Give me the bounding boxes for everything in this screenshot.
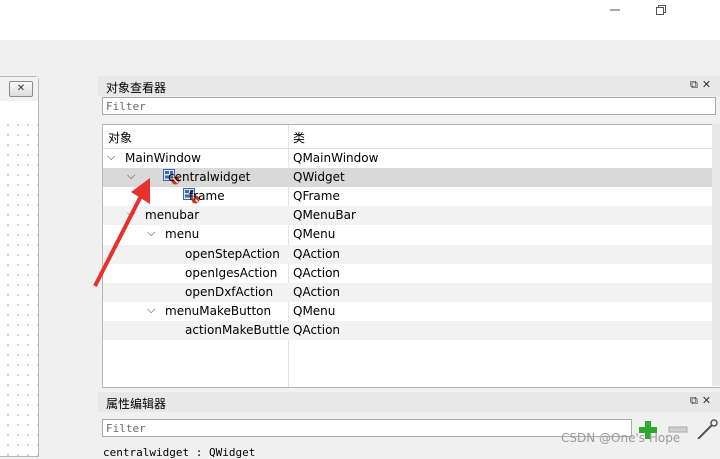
minimize-icon bbox=[610, 9, 620, 11]
tree-row-class: QAction bbox=[293, 265, 341, 280]
tree-row[interactable]: ⌵ centralwidget QWidget bbox=[103, 168, 720, 188]
property-editor-title: 属性编辑器 bbox=[106, 397, 167, 411]
form-editor-header: ✕ bbox=[0, 77, 38, 102]
column-header-class[interactable]: 类 bbox=[293, 129, 305, 146]
chevron-down-icon[interactable]: ⌵ bbox=[107, 150, 115, 164]
tree-row-name: openDxfAction bbox=[185, 284, 274, 299]
tree-row[interactable]: actionMakeButtle QAction bbox=[103, 320, 720, 340]
tree-row[interactable]: ⌵ MainWindow QMainWindow bbox=[103, 149, 720, 168]
tree-row-class: QMenu bbox=[293, 227, 336, 242]
current-object-label: centralwidget : QWidget bbox=[103, 446, 256, 459]
tree-row[interactable]: openDxfAction QAction bbox=[103, 282, 720, 302]
tree-row[interactable]: ⌵ menu QMenu bbox=[103, 225, 720, 244]
close-icon[interactable]: ✕ bbox=[702, 78, 711, 91]
object-inspector-title: 对象查看器 bbox=[106, 81, 167, 95]
tree-row[interactable]: frame QFrame bbox=[103, 187, 720, 206]
chevron-down-icon[interactable]: ⌵ bbox=[127, 169, 135, 183]
tree-row-name: menu bbox=[165, 227, 200, 242]
tree-row-class: QAction bbox=[293, 246, 341, 261]
chevron-down-icon[interactable]: ⌵ bbox=[127, 207, 135, 221]
tree-row-name: MainWindow bbox=[125, 151, 201, 165]
tree-row-name: openIgesAction bbox=[185, 265, 278, 280]
restore-icon bbox=[656, 5, 666, 15]
tree-row-name: menubar bbox=[145, 208, 200, 223]
tree-row-name: actionMakeButtle bbox=[185, 322, 290, 337]
close-icon[interactable]: ✕ bbox=[9, 81, 33, 97]
tree-row-name: centralwidget bbox=[168, 170, 251, 185]
tree-row-class: QFrame bbox=[293, 189, 340, 204]
tree-row-name: menuMakeButton bbox=[165, 303, 272, 318]
tree-row-class: QMainWindow bbox=[293, 151, 379, 165]
chevron-down-icon[interactable]: ⌵ bbox=[147, 303, 155, 317]
form-editor-area[interactable]: ✕ bbox=[0, 76, 39, 457]
tree-row-class: QWidget bbox=[293, 170, 345, 185]
close-icon[interactable]: ✕ bbox=[702, 394, 711, 407]
column-header-object[interactable]: 对象 bbox=[108, 129, 132, 146]
object-inspector-titlebar: 对象查看器 ⧉ ✕ bbox=[98, 76, 720, 96]
object-tree[interactable]: 对象 类 ⌵ MainWindow QMainWindow ⌵ centralwidge… bbox=[102, 124, 720, 388]
float-icon[interactable]: ⧉ bbox=[690, 394, 698, 407]
float-icon[interactable]: ⧉ bbox=[690, 78, 698, 91]
tree-row-name: frame bbox=[189, 189, 225, 204]
tree-row[interactable]: ⌵ menuMakeButton QMenu bbox=[103, 302, 720, 321]
form-editor-canvas-strip bbox=[0, 101, 38, 121]
tree-row-name: openStepAction bbox=[185, 246, 280, 261]
object-filter-input[interactable]: Filter bbox=[102, 97, 716, 115]
chevron-down-icon[interactable]: ⌵ bbox=[147, 226, 155, 240]
minimize-button[interactable] bbox=[592, 0, 638, 20]
tree-row[interactable]: openStepAction QAction bbox=[103, 244, 720, 264]
property-filter-input[interactable]: Filter bbox=[102, 419, 632, 437]
property-editor-titlebar: 属性编辑器 ⧉ ✕ bbox=[98, 392, 720, 412]
tree-header: 对象 类 bbox=[103, 125, 720, 149]
tree-row-class: QMenu bbox=[293, 303, 336, 318]
tree-row-class: QAction bbox=[293, 284, 341, 299]
wrench-icon[interactable] bbox=[697, 419, 718, 439]
tree-row[interactable]: openIgesAction QAction bbox=[103, 264, 720, 283]
tree-scrollbar[interactable] bbox=[712, 124, 720, 386]
tree-row-class: QAction bbox=[293, 322, 341, 337]
window-title-bar bbox=[0, 0, 720, 40]
tree-row-class: QMenuBar bbox=[293, 208, 356, 223]
tree-row[interactable]: ⌵ menubar QMenuBar bbox=[103, 206, 720, 226]
restore-button[interactable] bbox=[638, 0, 684, 20]
watermark: CSDN @One's Hope bbox=[561, 431, 681, 445]
